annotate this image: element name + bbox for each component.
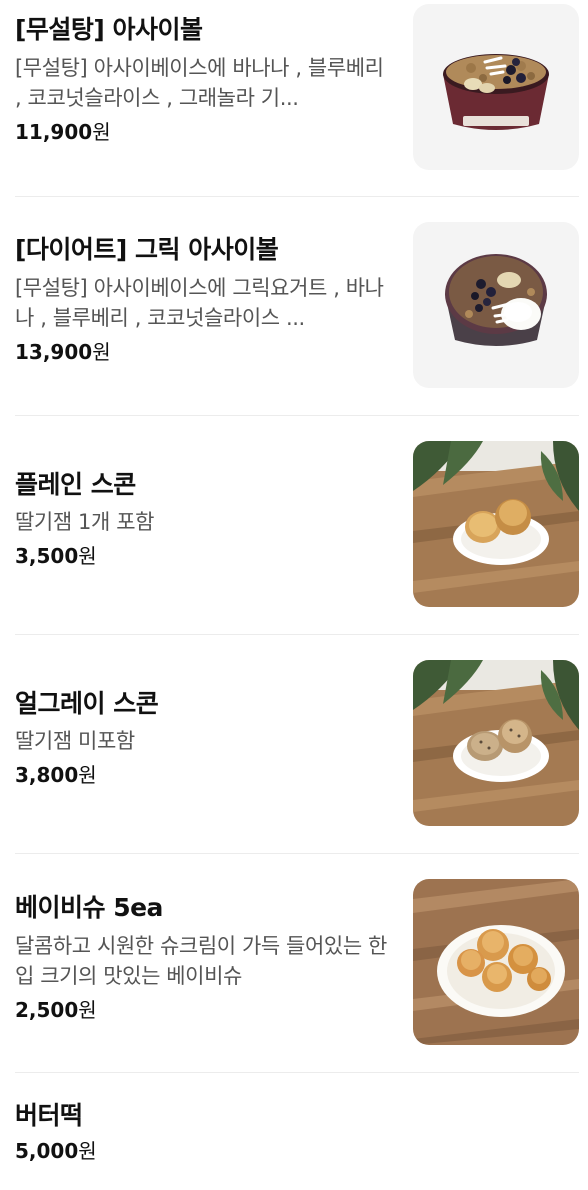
menu-item-price: 3,800원 xyxy=(15,761,395,789)
menu-item-description: [무설탕] 아사이베이스에 바나나 , 블루베리 , 코코넛슬라이스 , 그래놀… xyxy=(15,56,384,110)
menu-item-description: [무설탕] 아사이베이스에 그릭요거트 , 바나나 , 블루베리 , 코코넛슬라… xyxy=(15,276,384,330)
price-unit: 원 xyxy=(78,763,97,787)
menu-item-price: 3,500원 xyxy=(15,542,395,570)
divider xyxy=(15,634,579,635)
price-amount: 3,500 xyxy=(15,544,79,568)
menu-item-description: 딸기잼 1개 포함 xyxy=(15,510,155,534)
menu-item-name: 버터떡 xyxy=(15,1101,83,1130)
menu-item-price: 2,500원 xyxy=(15,996,395,1024)
price-unit: 원 xyxy=(78,544,97,568)
menu-item-name: 베이비슈 5ea xyxy=(15,893,163,922)
menu-item-price: 5,000원 xyxy=(15,1137,395,1165)
price-unit: 원 xyxy=(92,340,111,364)
price-unit: 원 xyxy=(78,1139,97,1163)
menu-item-text: [무설탕] 아사이볼 [무설탕] 아사이베이스에 바나나 , 블루베리 , 코코… xyxy=(15,14,395,146)
baby-choux-image[interactable] xyxy=(413,879,579,1045)
menu-item-text: 얼그레이 스콘 딸기잼 미포함 3,800원 xyxy=(15,688,395,789)
plain-scone-image[interactable] xyxy=(413,441,579,607)
divider xyxy=(15,853,579,854)
menu-item-plain-scone[interactable]: 플레인 스콘 딸기잼 1개 포함 3,500원 xyxy=(15,441,579,607)
divider xyxy=(15,415,579,416)
price-amount: 5,000 xyxy=(15,1139,79,1163)
menu-item-butter-tteok[interactable]: 버터떡 5,000원 xyxy=(15,1098,579,1178)
divider xyxy=(15,196,579,197)
divider xyxy=(15,1072,579,1073)
greek-acai-bowl-image[interactable] xyxy=(413,222,579,388)
acai-bowl-image[interactable] xyxy=(413,4,579,170)
menu-item-text: 베이비슈 5ea 달콤하고 시원한 슈크림이 가득 들어있는 한입 크기의 맛있… xyxy=(15,892,395,1024)
menu-item-name: [다이어트] 그릭 아사이볼 xyxy=(15,235,279,264)
menu-item-baby-choux[interactable]: 베이비슈 5ea 달콤하고 시원한 슈크림이 가득 들어있는 한입 크기의 맛있… xyxy=(15,879,579,1045)
menu-item-earl-grey-scone[interactable]: 얼그레이 스콘 딸기잼 미포함 3,800원 xyxy=(15,660,579,826)
menu-item-description: 딸기잼 미포함 xyxy=(15,729,135,753)
menu-item-text: [다이어트] 그릭 아사이볼 [무설탕] 아사이베이스에 그릭요거트 , 바나나… xyxy=(15,234,395,366)
price-amount: 11,900 xyxy=(15,120,93,144)
menu-item-text: 플레인 스콘 딸기잼 1개 포함 3,500원 xyxy=(15,469,395,570)
menu-item-museoltang-acai-bowl[interactable]: [무설탕] 아사이볼 [무설탕] 아사이베이스에 바나나 , 블루베리 , 코코… xyxy=(15,4,579,170)
menu-item-text: 버터떡 5,000원 xyxy=(15,1100,395,1165)
price-unit: 원 xyxy=(78,998,97,1022)
menu-item-price: 13,900원 xyxy=(15,338,395,366)
menu-item-name: 플레인 스콘 xyxy=(15,470,136,499)
price-unit: 원 xyxy=(92,120,111,144)
menu-item-description: 달콤하고 시원한 슈크림이 가득 들어있는 한입 크기의 맛있는 베이비슈 xyxy=(15,934,387,988)
menu-item-price: 11,900원 xyxy=(15,118,395,146)
menu-item-diet-greek-acai-bowl[interactable]: [다이어트] 그릭 아사이볼 [무설탕] 아사이베이스에 그릭요거트 , 바나나… xyxy=(15,222,579,388)
menu-item-name: [무설탕] 아사이볼 xyxy=(15,15,203,44)
menu-list: [무설탕] 아사이볼 [무설탕] 아사이베이스에 바나나 , 블루베리 , 코코… xyxy=(0,0,588,1190)
price-amount: 13,900 xyxy=(15,340,93,364)
price-amount: 3,800 xyxy=(15,763,79,787)
menu-item-name: 얼그레이 스콘 xyxy=(15,689,159,718)
price-amount: 2,500 xyxy=(15,998,79,1022)
earl-grey-scone-image[interactable] xyxy=(413,660,579,826)
